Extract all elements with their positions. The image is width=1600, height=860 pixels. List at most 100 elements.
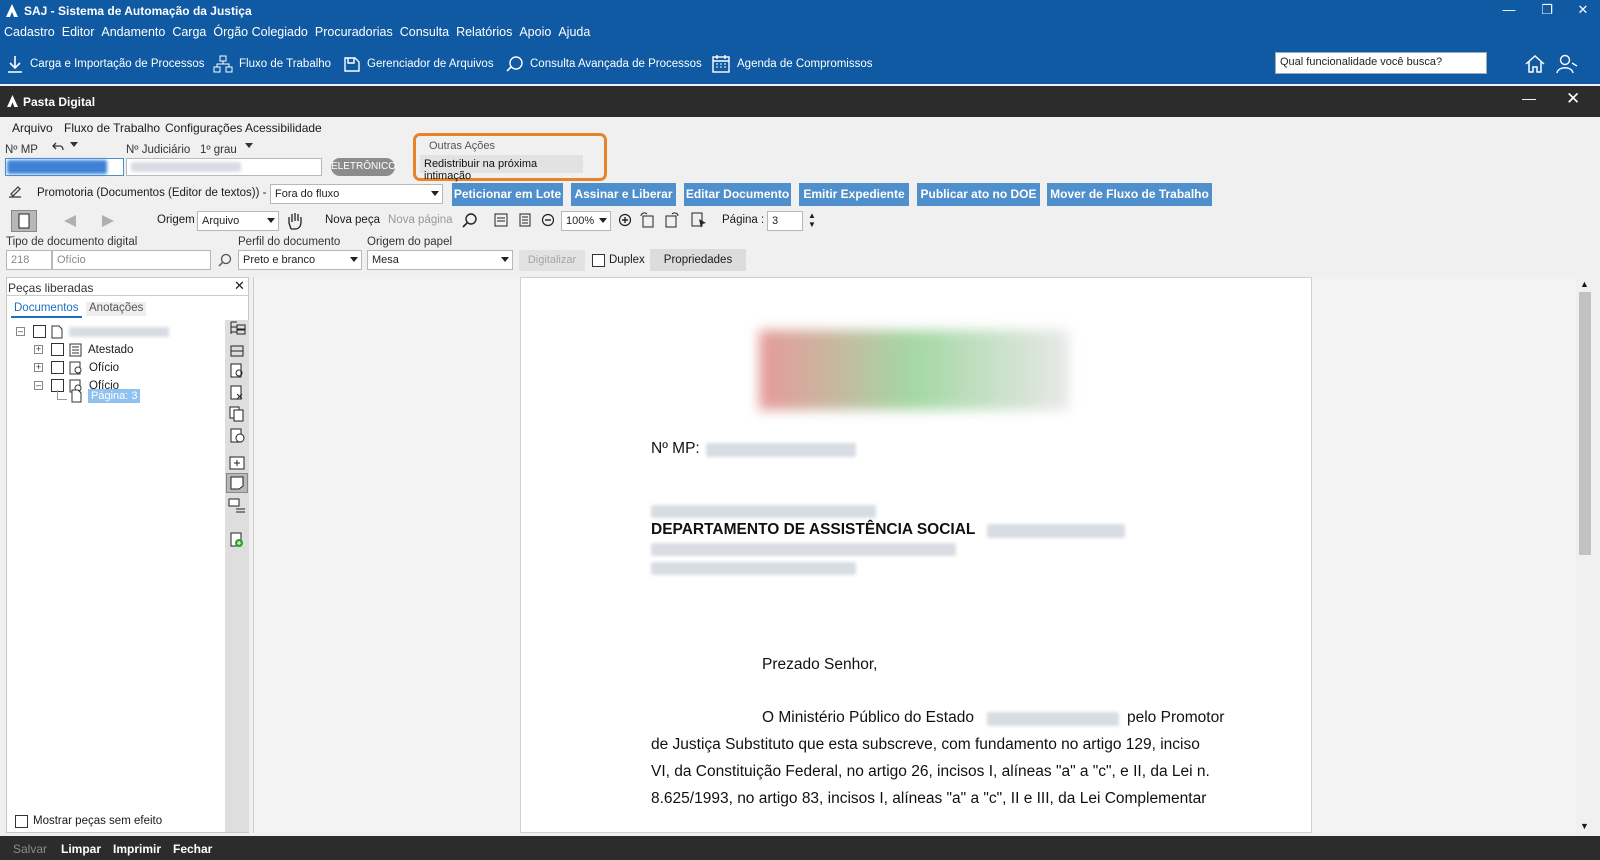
atestado-checkbox[interactable] bbox=[51, 343, 64, 356]
pasta-digital-title: Pasta Digital bbox=[23, 95, 96, 109]
tab-documentos[interactable]: Documentos bbox=[11, 302, 82, 318]
menu-relatorios[interactable]: Relatórios bbox=[452, 23, 515, 39]
imprimir-button[interactable]: Imprimir bbox=[113, 842, 161, 856]
toolbar-fluxo-trabalho[interactable]: Fluxo de Trabalho bbox=[213, 53, 331, 75]
tree-root[interactable]: – bbox=[16, 323, 169, 340]
scanner-icon[interactable] bbox=[227, 342, 247, 360]
toolbar-gerenciador-arquivos[interactable]: Gerenciador de Arquivos bbox=[343, 53, 494, 75]
judiciario-input[interactable] bbox=[126, 158, 322, 176]
fila-select[interactable]: Fora do fluxo bbox=[270, 184, 443, 204]
hand-tool-icon[interactable] bbox=[285, 211, 305, 231]
add-note-icon[interactable] bbox=[227, 454, 247, 472]
pasta-close-icon[interactable]: ✕ bbox=[1566, 89, 1580, 109]
origem-label: Origem bbox=[157, 214, 195, 226]
assinar-liberar-button[interactable]: Assinar e Liberar bbox=[571, 183, 676, 206]
viewer-scrollbar-thumb[interactable] bbox=[1579, 292, 1591, 555]
origem-select[interactable]: Arquivo bbox=[197, 211, 279, 231]
menu-ajuda[interactable]: Ajuda bbox=[554, 23, 593, 39]
origem-papel-select[interactable]: Mesa bbox=[367, 250, 513, 270]
doc-copy-icon[interactable] bbox=[227, 405, 247, 423]
doc-search-icon[interactable] bbox=[227, 362, 247, 380]
limpar-button[interactable]: Limpar bbox=[61, 842, 101, 856]
search-icon[interactable] bbox=[218, 253, 232, 267]
menu-configuracoes[interactable]: Configurações bbox=[165, 121, 242, 135]
select-page-icon[interactable] bbox=[690, 211, 708, 229]
nmp-input[interactable] bbox=[5, 158, 124, 176]
list-settings-icon[interactable] bbox=[227, 497, 247, 515]
toolbar-agenda[interactable]: Agenda de Compromissos bbox=[711, 53, 873, 75]
menu-arquivo[interactable]: Arquivo bbox=[12, 121, 53, 135]
perfil-label: Perfil do documento bbox=[238, 236, 341, 248]
nova-peca-button[interactable]: Nova peça bbox=[325, 214, 380, 226]
zoom-in-icon[interactable] bbox=[618, 213, 632, 227]
menu-fluxo-trabalho[interactable]: Fluxo de Trabalho bbox=[64, 121, 160, 135]
perfil-select[interactable]: Preto e branco bbox=[238, 250, 362, 270]
tree-structure-icon[interactable] bbox=[227, 320, 247, 338]
tipo-doc-code[interactable]: 218 bbox=[6, 250, 52, 270]
annotation-tool-active[interactable] bbox=[226, 473, 248, 493]
tab-anotacoes[interactable]: Anotações bbox=[86, 302, 147, 316]
collapse-icon[interactable]: – bbox=[16, 327, 25, 336]
rotate-left-icon[interactable] bbox=[639, 211, 657, 229]
publicar-doe-button[interactable]: Publicar ato no DOE bbox=[917, 183, 1040, 206]
emitir-expediente-button[interactable]: Emitir Expediente bbox=[799, 183, 909, 206]
zoom-search-icon[interactable] bbox=[462, 212, 478, 228]
doc-signature-icon[interactable] bbox=[227, 427, 247, 445]
user-icon[interactable] bbox=[1556, 53, 1578, 75]
fit-page-icon[interactable] bbox=[518, 213, 532, 227]
oficio-1-checkbox[interactable] bbox=[51, 361, 64, 374]
toolbar-carga-importacao[interactable]: Carga e Importação de Processos bbox=[6, 53, 205, 75]
toolbar-consulta-avancada[interactable]: Consulta Avançada de Processos bbox=[506, 53, 702, 75]
collapse-icon[interactable]: – bbox=[34, 381, 43, 390]
zoom-select[interactable]: 100% bbox=[561, 211, 611, 231]
rotate-right-icon[interactable] bbox=[662, 211, 680, 229]
grau-dropdown-icon[interactable] bbox=[245, 143, 253, 148]
undo-icon[interactable] bbox=[52, 141, 64, 153]
home-icon[interactable] bbox=[1524, 53, 1546, 75]
tree-item-pagina-selected[interactable]: Página: 3 bbox=[88, 389, 141, 403]
menu-andamento[interactable]: Andamento bbox=[97, 23, 168, 39]
feature-search-input[interactable]: Qual funcionalidade você busca? bbox=[1275, 52, 1487, 74]
menu-carga[interactable]: Carga bbox=[168, 23, 209, 39]
digitalizar-button[interactable]: Digitalizar bbox=[519, 250, 585, 271]
fit-width-icon[interactable] bbox=[494, 213, 508, 227]
add-page-green-icon[interactable] bbox=[227, 531, 247, 549]
menu-editor[interactable]: Editor bbox=[58, 23, 98, 39]
duplex-checkbox[interactable] bbox=[592, 254, 605, 267]
zoom-out-icon[interactable] bbox=[541, 213, 555, 227]
pagina-input[interactable]: 3 bbox=[767, 211, 803, 231]
menu-acessibilidade[interactable]: Acessibilidade bbox=[245, 121, 322, 135]
tree-root-checkbox[interactable] bbox=[33, 325, 46, 338]
redistribuir-button[interactable]: Redistribuir na próxima intimação bbox=[420, 155, 583, 182]
tree-item-oficio-1[interactable]: + Ofício bbox=[34, 359, 119, 376]
doc-remove-icon[interactable] bbox=[227, 384, 247, 402]
salvar-button[interactable]: Salvar bbox=[13, 842, 47, 856]
scroll-down-icon[interactable]: ▼ bbox=[1580, 821, 1589, 831]
editar-documento-button[interactable]: Editar Documento bbox=[684, 183, 791, 206]
scroll-up-icon[interactable]: ▲ bbox=[1580, 279, 1589, 289]
menu-orgao-colegiado[interactable]: Órgão Colegiado bbox=[209, 23, 311, 39]
previous-icon[interactable] bbox=[60, 213, 80, 229]
menu-procuradorias[interactable]: Procuradorias bbox=[311, 23, 396, 39]
next-icon[interactable] bbox=[98, 213, 118, 229]
nova-pagina-button[interactable]: Nova página bbox=[388, 214, 453, 226]
fechar-button[interactable]: Fechar bbox=[173, 842, 212, 856]
menu-cadastro[interactable]: Cadastro bbox=[0, 23, 58, 39]
propriedades-button[interactable]: Propriedades bbox=[650, 249, 746, 271]
expand-icon[interactable]: + bbox=[34, 363, 43, 372]
menu-apoio[interactable]: Apoio bbox=[515, 23, 554, 39]
doc-line3: VI, da Constituição Federal, no artigo 2… bbox=[651, 763, 1210, 780]
peticionar-lote-button[interactable]: Peticionar em Lote bbox=[452, 183, 563, 206]
menu-consulta[interactable]: Consulta bbox=[396, 23, 452, 39]
mover-fluxo-button[interactable]: Mover de Fluxo de Trabalho bbox=[1047, 183, 1212, 206]
tipo-doc-input[interactable]: Ofício bbox=[52, 250, 211, 270]
pagina-stepper[interactable]: ▲ ▼ bbox=[808, 211, 816, 229]
close-app-icon[interactable]: ✕ bbox=[1560, 0, 1600, 23]
panel-close-icon[interactable]: ✕ bbox=[234, 278, 245, 294]
history-dropdown-icon[interactable] bbox=[70, 142, 78, 147]
mostrar-sem-efeito-checkbox[interactable] bbox=[15, 815, 28, 828]
page-view-toggle[interactable] bbox=[11, 210, 37, 232]
pasta-minimize-icon[interactable]: — bbox=[1522, 90, 1536, 106]
expand-icon[interactable]: + bbox=[34, 345, 43, 354]
tree-item-atestado[interactable]: + Atestado bbox=[34, 341, 133, 358]
